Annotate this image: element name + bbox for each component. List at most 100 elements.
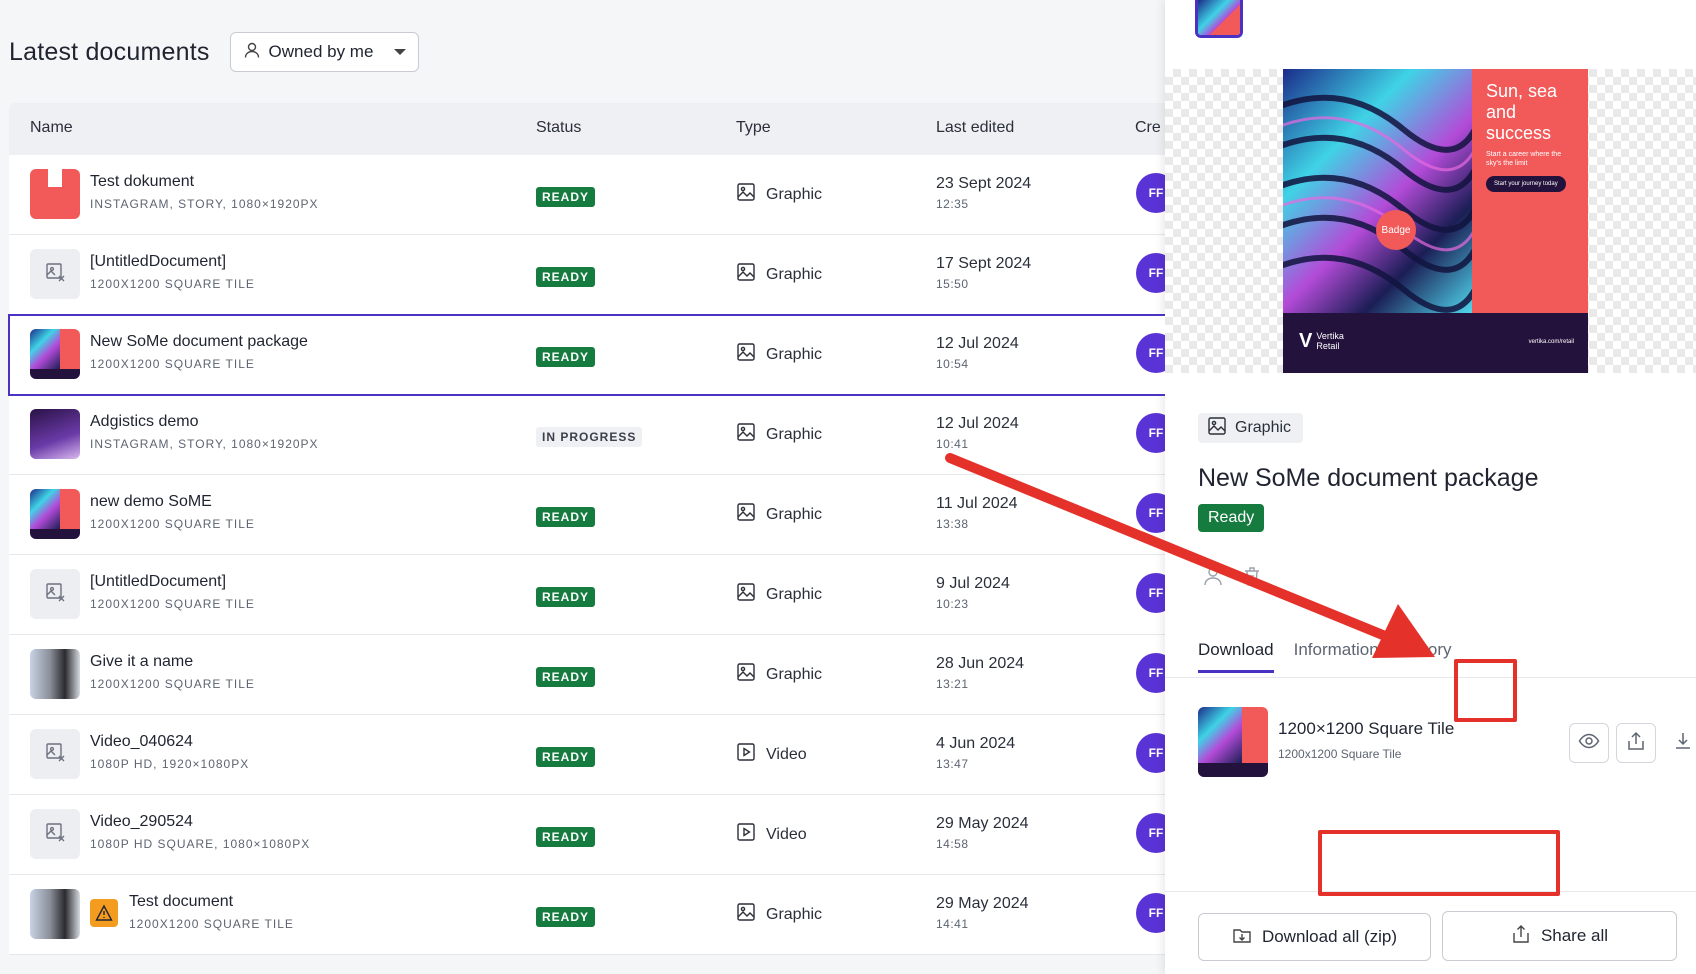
share-button[interactable]	[1616, 723, 1656, 763]
document-type: Graphic	[736, 502, 822, 527]
poster-artwork	[1283, 69, 1486, 313]
image-placeholder-icon	[44, 581, 66, 608]
poster-preview: Sun, sea and success Start a career wher…	[1283, 69, 1588, 373]
document-title[interactable]: Video_040624	[90, 733, 193, 751]
table-row[interactable]: Video_290524 1080P HD SQUARE, 1080×1080PX…	[9, 795, 1165, 875]
tab-history[interactable]: History	[1399, 640, 1452, 673]
avatar: FF	[1136, 653, 1165, 693]
preview-button[interactable]	[1569, 723, 1609, 763]
document-format: INSTAGRAM, STORY, 1080×1920PX	[90, 197, 319, 211]
column-header-status[interactable]: Status	[536, 119, 581, 137]
panel-title: New SoMe document package	[1198, 464, 1539, 492]
status-badge: READY	[536, 347, 596, 367]
poster-headline: Sun, sea and success	[1486, 81, 1558, 143]
image-icon	[736, 182, 766, 207]
download-icon	[1672, 730, 1694, 757]
table-row[interactable]: [UntitledDocument] 1200X1200 SQUARE TILE R…	[9, 235, 1165, 315]
selected-thumbnail[interactable]	[1195, 0, 1243, 38]
table-row[interactable]: Test document 1200X1200 SQUARE TILE READY G…	[9, 875, 1165, 955]
document-format: 1200X1200 SQUARE TILE	[90, 277, 255, 291]
trash-icon[interactable]	[1241, 565, 1263, 592]
table-body: Test dokument INSTAGRAM, STORY, 1080×1920…	[8, 155, 1165, 955]
document-type-label: Video	[766, 825, 807, 843]
document-title[interactable]: Adgistics demo	[90, 413, 199, 431]
table-row[interactable]: [UntitledDocument] 1200X1200 SQUARE TILE R…	[9, 555, 1165, 635]
poster-text-panel: Sun, sea and success Start a career wher…	[1472, 69, 1588, 313]
download-button[interactable]	[1663, 723, 1696, 763]
document-title[interactable]: new demo SoME	[90, 493, 212, 511]
last-edited-date: 23 Sept 2024	[936, 175, 1032, 192]
document-thumbnail	[30, 649, 80, 699]
documents-table: Name Status Type Last edited Cre Test do…	[8, 103, 1165, 955]
status-badge: READY	[536, 587, 596, 607]
status-badge: IN PROGRESS	[536, 427, 643, 447]
column-header-name[interactable]: Name	[30, 119, 73, 137]
image-placeholder-icon	[44, 741, 66, 768]
documents-main: Latest documents Owned by me Name Status…	[0, 0, 1165, 974]
poster-badge: Badge	[1376, 210, 1416, 250]
document-format: 1080P HD, 1920×1080PX	[90, 757, 250, 771]
avatar: FF	[1136, 813, 1165, 853]
document-thumbnail	[30, 409, 80, 459]
type-chip-label: Graphic	[1235, 419, 1292, 436]
document-format: 1200X1200 SQUARE TILE	[90, 677, 255, 691]
document-title[interactable]: [UntitledDocument]	[90, 573, 226, 591]
avatar: FF	[1136, 413, 1165, 453]
assign-user-icon[interactable]	[1203, 565, 1225, 592]
last-edited-time: 15:50	[936, 277, 969, 291]
last-edited-time: 14:58	[936, 837, 969, 851]
document-detail-panel: Sun, sea and success Start a career wher…	[1165, 0, 1696, 974]
status-badge: READY	[536, 667, 596, 687]
document-type: Graphic	[736, 422, 822, 447]
brand-mark: V	[1299, 330, 1313, 352]
document-thumbnail	[30, 489, 80, 539]
file-row: 1200×1200 Square Tile 1200x1200 Square T…	[1198, 707, 1696, 779]
table-row[interactable]: Give it a name 1200X1200 SQUARE TILE READY…	[9, 635, 1165, 715]
table-row[interactable]: Adgistics demo INSTAGRAM, STORY, 1080×192…	[9, 395, 1165, 475]
image-placeholder-icon	[44, 821, 66, 848]
document-title[interactable]: Video_290524	[90, 813, 193, 831]
document-thumbnail	[30, 729, 80, 779]
download-all-zip-button[interactable]: Download all (zip)	[1198, 913, 1431, 961]
document-title[interactable]: Give it a name	[90, 653, 193, 671]
document-type-label: Graphic	[766, 185, 823, 203]
column-header-type[interactable]: Type	[736, 119, 771, 137]
last-edited-date: 12 Jul 2024	[936, 335, 1019, 352]
last-edited-time: 12:35	[936, 197, 969, 211]
tab-information[interactable]: Information	[1294, 640, 1379, 673]
share-all-button[interactable]: Share all	[1442, 911, 1677, 961]
document-type-label: Graphic	[766, 505, 823, 523]
column-header-last-edited[interactable]: Last edited	[936, 119, 1014, 137]
tab-download[interactable]: Download	[1198, 640, 1274, 673]
image-icon	[736, 662, 766, 687]
document-type: Graphic	[736, 342, 822, 367]
document-format: 1200X1200 SQUARE TILE	[129, 917, 294, 931]
avatar: FF	[1136, 333, 1165, 373]
document-title[interactable]: Test dokument	[90, 173, 194, 191]
image-icon	[736, 262, 766, 287]
document-title[interactable]: New SoMe document package	[90, 333, 308, 351]
document-title[interactable]: [UntitledDocument]	[90, 253, 226, 271]
table-row[interactable]: Video_040624 1080P HD, 1920×1080PX READY Vi…	[9, 715, 1165, 795]
table-row[interactable]: new demo SoME 1200X1200 SQUARE TILE READY G…	[9, 475, 1165, 555]
document-type-label: Graphic	[766, 345, 823, 363]
image-icon	[736, 342, 766, 367]
document-type: Video	[736, 742, 807, 767]
image-icon	[1207, 416, 1235, 441]
last-edited-time: 10:23	[936, 597, 969, 611]
last-edited-date: 29 May 2024	[936, 895, 1029, 912]
column-header-created[interactable]: Cre	[1135, 119, 1161, 137]
file-name: 1200×1200 Square Tile	[1278, 719, 1455, 738]
owner-filter-dropdown[interactable]: Owned by me	[229, 32, 419, 72]
document-type-label: Video	[766, 745, 807, 763]
highlight-share-all	[1318, 830, 1560, 896]
table-row[interactable]: Test dokument INSTAGRAM, STORY, 1080×1920…	[9, 155, 1165, 235]
brand-line-1: Vertika	[1316, 331, 1344, 341]
panel-footer: Download all (zip) Share all	[1165, 891, 1696, 974]
avatar: FF	[1136, 893, 1165, 933]
document-title[interactable]: Test document	[129, 893, 233, 911]
warning-icon	[90, 899, 118, 927]
file-thumbnail	[1198, 707, 1268, 777]
table-row[interactable]: New SoMe document package 1200X1200 SQUAR…	[8, 314, 1165, 396]
document-type: Graphic	[736, 582, 822, 607]
